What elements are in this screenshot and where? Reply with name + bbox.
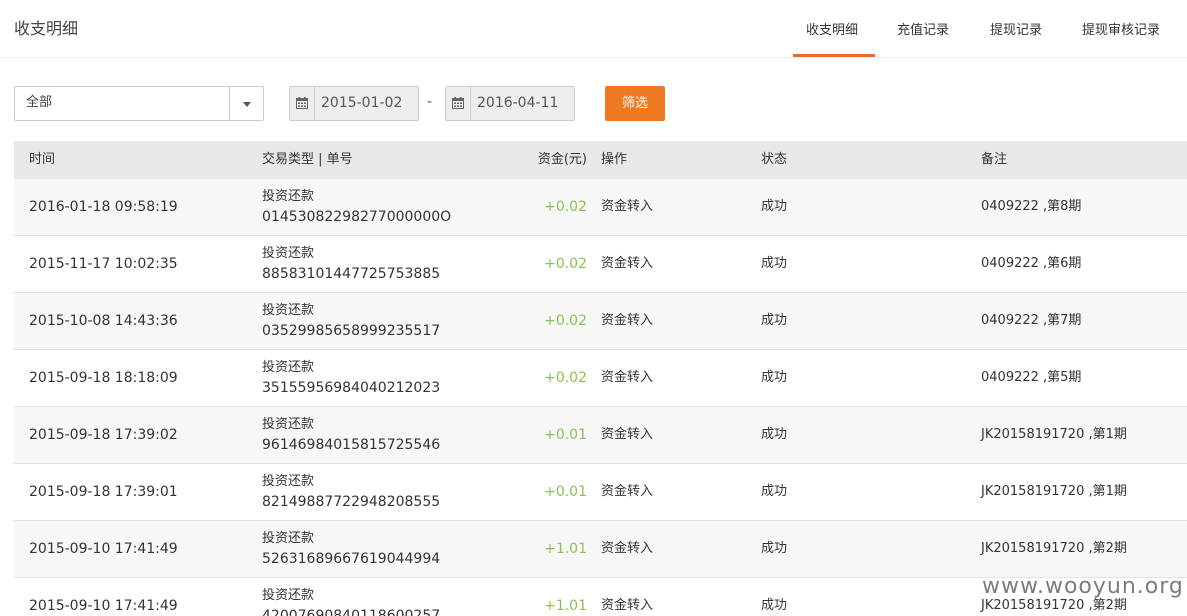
row-amount: +0.02 — [544, 313, 587, 329]
row-operation: 资金转入 — [601, 484, 654, 499]
row-time: 2015-09-10 17:41:49 — [29, 598, 178, 614]
row-operation: 资金转入 — [601, 427, 654, 442]
row-status: 成功 — [761, 256, 788, 271]
row-operation: 资金转入 — [601, 199, 654, 214]
table-row: 2015-09-18 17:39:02 投资还款 961469840158157… — [14, 407, 1187, 464]
date-to-icon-cell — [446, 87, 471, 120]
row-note: 0409222 ,第5期 — [981, 370, 1082, 385]
row-operation: 资金转入 — [601, 313, 654, 328]
row-type: 投资还款 — [262, 303, 315, 318]
row-time: 2015-11-17 10:02:35 — [29, 256, 178, 272]
table-row: 2015-09-10 17:41:49 投资还款 526316896676190… — [14, 521, 1187, 578]
tab-income-expense-detail[interactable]: 收支明细 — [806, 22, 858, 40]
row-status: 成功 — [761, 370, 788, 385]
row-status: 成功 — [761, 199, 788, 214]
row-operation: 资金转入 — [601, 256, 654, 271]
active-tab-indicator — [793, 54, 875, 57]
chevron-down-icon[interactable] — [243, 102, 251, 107]
tab-withdraw-review-records[interactable]: 提现审核记录 — [1082, 22, 1160, 40]
row-status: 成功 — [761, 541, 788, 556]
table-row: 2016-01-18 09:58:19 投资还款 014530822982770… — [14, 179, 1187, 236]
date-from-value: 2015-01-02 — [321, 95, 403, 111]
row-type: 投资还款 — [262, 246, 315, 261]
row-order-number: 52631689667619044994 — [262, 551, 441, 567]
date-from-field[interactable]: 2015-01-02 — [289, 86, 419, 121]
date-range-separator: - — [427, 94, 433, 110]
column-header-amount: 资金(元) — [537, 152, 587, 167]
table-row: 2015-11-17 10:02:35 投资还款 885831014477257… — [14, 236, 1187, 293]
select-divider — [229, 87, 230, 120]
row-amount: +1.01 — [544, 598, 587, 614]
page: 收支明细 收支明细 充值记录 提现记录 提现审核记录 全部 2015-01-02… — [0, 0, 1187, 616]
row-time: 2015-09-18 17:39:01 — [29, 484, 178, 500]
watermark: www.wooyun.org — [982, 574, 1184, 599]
row-note: JK20158191720 ,第1期 — [981, 484, 1127, 499]
row-amount: +1.01 — [544, 541, 587, 557]
column-header-time: 时间 — [29, 152, 56, 167]
row-amount: +0.01 — [544, 427, 587, 443]
row-order-number: 03529985658999235517 — [262, 323, 441, 339]
table-row: 2015-09-18 18:18:09 投资还款 351559569840402… — [14, 350, 1187, 407]
row-note: JK20158191720 ,第1期 — [981, 427, 1127, 442]
date-from-icon-cell — [290, 87, 315, 120]
column-header-operation: 操作 — [601, 152, 628, 167]
row-type: 投资还款 — [262, 474, 315, 489]
row-time: 2015-09-18 18:18:09 — [29, 370, 178, 386]
date-to-field[interactable]: 2016-04-11 — [445, 86, 575, 121]
calendar-icon — [296, 97, 308, 109]
row-order-number: 88583101447725753885 — [262, 266, 441, 282]
row-note: 0409222 ,第8期 — [981, 199, 1082, 214]
row-time: 2016-01-18 09:58:19 — [29, 199, 178, 215]
table-row: 2015-09-18 17:39:01 投资还款 821498877229482… — [14, 464, 1187, 521]
row-status: 成功 — [761, 484, 788, 499]
row-type: 投资还款 — [262, 189, 315, 204]
row-status: 成功 — [761, 427, 788, 442]
filter-button[interactable]: 筛选 — [605, 86, 665, 121]
column-header-note: 备注 — [981, 152, 1008, 167]
column-header-type-order: 交易类型 | 单号 — [262, 152, 353, 167]
row-time: 2015-09-10 17:41:49 — [29, 541, 178, 557]
row-operation: 资金转入 — [601, 541, 654, 556]
row-operation: 资金转入 — [601, 598, 654, 613]
type-select-value: 全部 — [26, 95, 53, 110]
row-status: 成功 — [761, 313, 788, 328]
row-order-number: 96146984015815725546 — [262, 437, 441, 453]
row-order-number: 35155956984040212023 — [262, 380, 441, 396]
tab-bar: 收支明细 充值记录 提现记录 提现审核记录 — [0, 0, 1187, 57]
row-time: 2015-10-08 14:43:36 — [29, 313, 178, 329]
table-header: 时间 交易类型 | 单号 资金(元) 操作 状态 备注 — [14, 141, 1187, 179]
row-order-number: 42007690840118600257 — [262, 608, 441, 616]
row-operation: 资金转入 — [601, 370, 654, 385]
calendar-icon — [452, 97, 464, 109]
row-amount: +0.02 — [544, 370, 587, 386]
row-note: JK20158191720 ,第2期 — [981, 541, 1127, 556]
tab-withdraw-records[interactable]: 提现记录 — [990, 22, 1042, 40]
table-row: 2015-10-08 14:43:36 投资还款 035299856589992… — [14, 293, 1187, 350]
row-status: 成功 — [761, 598, 788, 613]
row-type: 投资还款 — [262, 531, 315, 546]
column-header-status: 状态 — [761, 152, 788, 167]
transactions-table: 时间 交易类型 | 单号 资金(元) 操作 状态 备注 2016-01-18 0… — [14, 141, 1187, 616]
row-type: 投资还款 — [262, 588, 315, 603]
row-type: 投资还款 — [262, 417, 315, 432]
row-type: 投资还款 — [262, 360, 315, 375]
row-time: 2015-09-18 17:39:02 — [29, 427, 178, 443]
header: 收支明细 收支明细 充值记录 提现记录 提现审核记录 — [0, 0, 1187, 58]
type-select[interactable]: 全部 — [14, 86, 264, 121]
date-to-value: 2016-04-11 — [477, 95, 559, 111]
row-amount: +0.02 — [544, 256, 587, 272]
tab-recharge-records[interactable]: 充值记录 — [897, 22, 949, 40]
row-note: 0409222 ,第6期 — [981, 256, 1082, 271]
row-order-number: 82149887722948208555 — [262, 494, 441, 510]
row-note: 0409222 ,第7期 — [981, 313, 1082, 328]
row-order-number: 01453082298277000000O — [262, 209, 452, 225]
row-amount: +0.01 — [544, 484, 587, 500]
row-amount: +0.02 — [544, 199, 587, 215]
